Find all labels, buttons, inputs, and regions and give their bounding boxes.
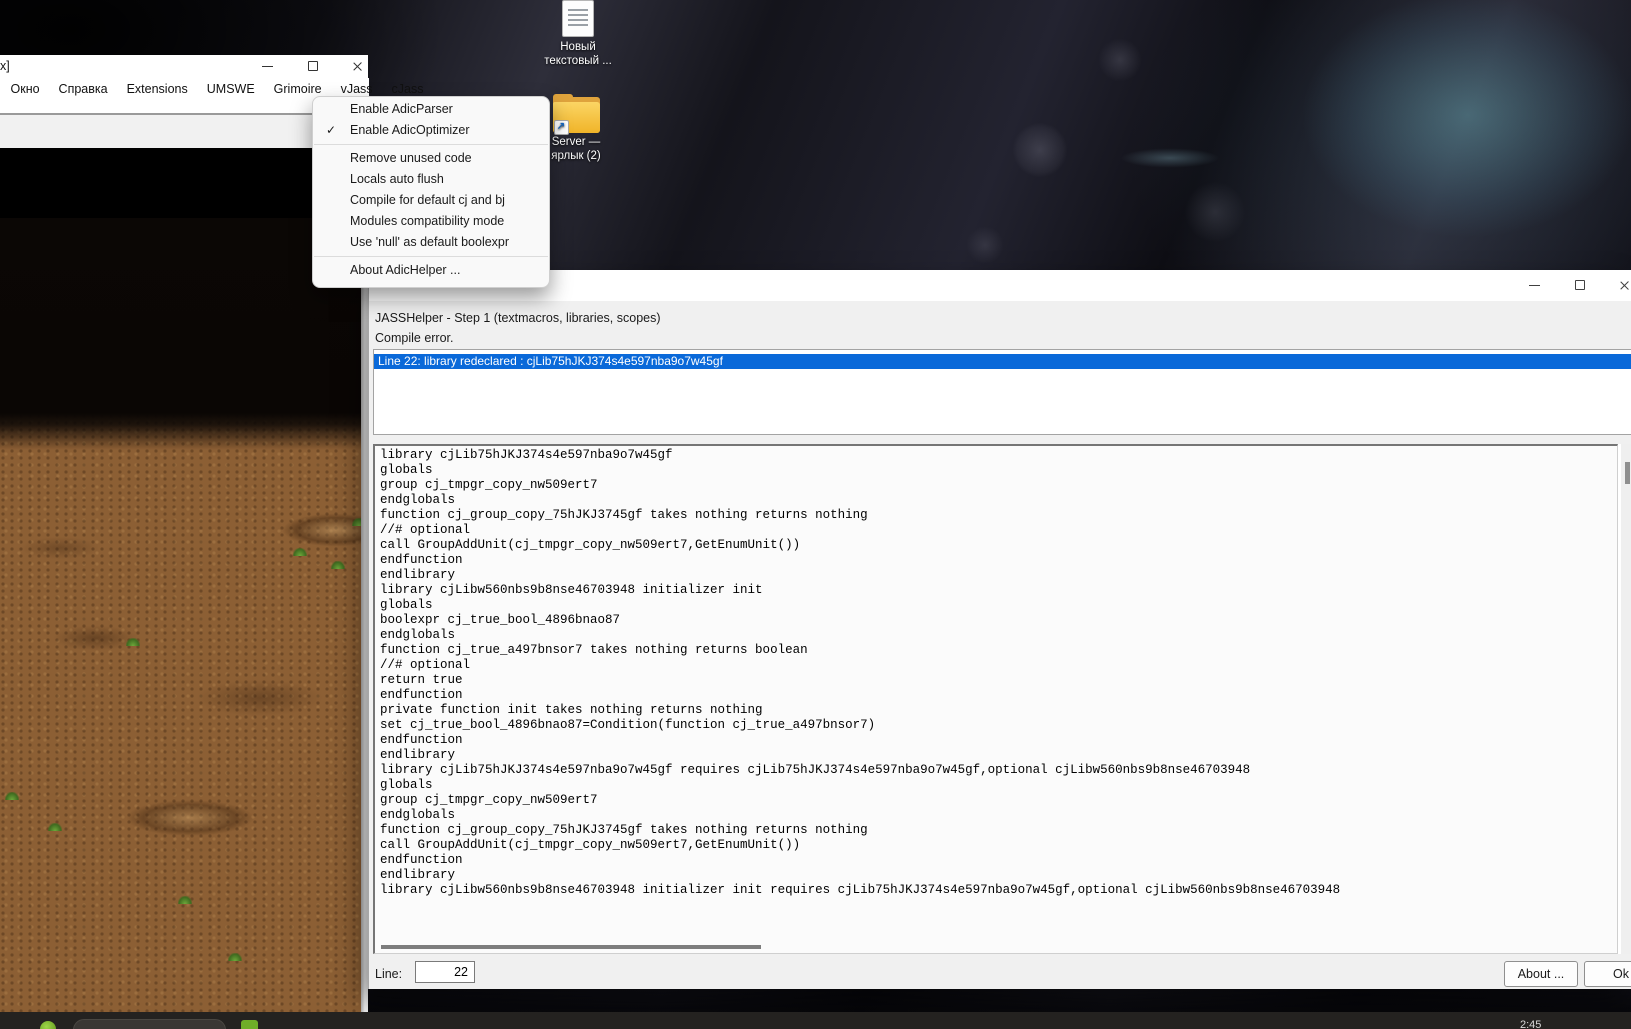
taskbar: 2:45	[0, 1012, 1631, 1029]
code-line: group cj_tmpgr_copy_nw509ert7	[380, 478, 598, 492]
code-line: endfunction	[380, 688, 463, 702]
folder-icon: ↗	[552, 94, 600, 135]
close-icon	[1619, 280, 1630, 291]
code-line: endfunction	[380, 553, 463, 567]
code-lines: library cjLib75hJKJ374s4e597nba9o7w45gf g…	[375, 446, 1617, 898]
code-line: library cjLib75hJKJ374s4e597nba9o7w45gf …	[380, 763, 1251, 777]
menubar-item[interactable]: cJass	[382, 82, 433, 96]
editor-menubar: Окно Справка Extensions UMSWE Grimoire vJass c…	[1, 78, 424, 100]
menubar-item[interactable]: Окно	[1, 82, 49, 96]
code-line: //# optional	[380, 658, 471, 672]
code-line: call GroupAddUnit(cj_tmpgr_copy_nw509ert…	[380, 838, 801, 852]
code-line: endlibrary	[380, 748, 456, 762]
code-line: return true	[380, 673, 463, 687]
map-terrain-view[interactable]	[0, 218, 368, 1012]
grass-tuft	[293, 548, 307, 556]
vertical-scrollbar-thumb[interactable]	[1625, 462, 1630, 484]
code-line: endlibrary	[380, 868, 456, 882]
desktop: Новый текстовый ... ↗ Server — ярлык (2)…	[0, 0, 1631, 1029]
code-line: endglobals	[380, 628, 456, 642]
maximize-icon	[308, 61, 318, 71]
grass-tuft	[331, 561, 345, 569]
menu-separator	[314, 144, 548, 145]
menu-item-modules-compat[interactable]: Modules compatibility mode	[313, 211, 549, 232]
menu-item-enable-adicparser[interactable]: Enable AdicParser	[313, 99, 549, 120]
code-line: library cjLibw560nbs9b8nse46703948 initi…	[380, 583, 763, 597]
close-icon	[352, 61, 363, 72]
code-line: endglobals	[380, 808, 456, 822]
code-output-box[interactable]: library cjLib75hJKJ374s4e597nba9o7w45gf g…	[373, 444, 1618, 954]
menu-item-compile-default[interactable]: Compile for default cj and bj	[313, 190, 549, 211]
dialog-close-button[interactable]	[1604, 270, 1631, 301]
code-line: function cj_group_copy_75hJKJ3745gf take…	[380, 823, 868, 837]
code-line: group cj_tmpgr_copy_nw509ert7	[380, 793, 598, 807]
jasshelper-dialog: JASSHelper - Step 1 (textmacros, librari…	[368, 270, 1631, 989]
compile-error-line: Compile error.	[375, 331, 454, 345]
grass-tuft	[126, 638, 140, 646]
menu-item-null-boolexpr[interactable]: Use 'null' as default boolexpr	[313, 232, 549, 253]
menubar-item[interactable]: Extensions	[117, 82, 197, 96]
menubar-item[interactable]: vJass	[331, 82, 382, 96]
grass-tuft	[228, 953, 242, 961]
cjass-dropdown-menu: Enable AdicParser ✓ Enable AdicOptimizer…	[312, 96, 550, 288]
code-line: function cj_group_copy_75hJKJ3745gf take…	[380, 508, 868, 522]
icon-label: текстовый ...	[544, 54, 612, 67]
code-line: library cjLibw560nbs9b8nse46703948 initi…	[380, 883, 1341, 897]
code-line: endfunction	[380, 733, 463, 747]
maximize-button[interactable]	[297, 55, 327, 78]
code-line: globals	[380, 778, 433, 792]
minimize-button[interactable]	[252, 55, 282, 78]
status-line: JASSHelper - Step 1 (textmacros, librari…	[375, 311, 661, 325]
taskbar-app-icon-green-square[interactable]	[241, 1020, 258, 1029]
code-line: endfunction	[380, 853, 463, 867]
editor-titlebar: x]	[0, 55, 368, 78]
code-line: call GroupAddUnit(cj_tmpgr_copy_nw509ert…	[380, 538, 801, 552]
menubar-item[interactable]: Справка	[49, 82, 117, 96]
vertical-scrollbar-track[interactable]	[1621, 444, 1631, 954]
menubar-item[interactable]: UMSWE	[197, 82, 264, 96]
menu-separator	[314, 256, 548, 257]
taskbar-search-pill[interactable]	[73, 1019, 226, 1029]
menu-item-about-adichelper[interactable]: About AdicHelper ...	[313, 260, 549, 281]
selected-error-row[interactable]: Line 22: library redeclared : cjLib75hJK…	[374, 354, 1631, 369]
error-list[interactable]: Line 22: library redeclared : cjLib75hJK…	[373, 349, 1631, 435]
dialog-maximize-button[interactable]	[1559, 270, 1601, 301]
menu-item-locals-auto-flush[interactable]: Locals auto flush	[313, 169, 549, 190]
menu-item-remove-unused-code[interactable]: Remove unused code	[313, 148, 549, 169]
code-line: globals	[380, 598, 433, 612]
horizontal-scrollbar-thumb[interactable]	[381, 945, 761, 949]
code-line: //# optional	[380, 523, 471, 537]
minimize-icon	[1529, 285, 1540, 286]
grass-tuft	[5, 792, 19, 800]
line-number-input[interactable]	[415, 961, 475, 983]
shortcut-arrow-icon: ↗	[553, 120, 569, 135]
code-line: endglobals	[380, 493, 456, 507]
code-line: function cj_true_a497bnsor7 takes nothin…	[380, 643, 808, 657]
code-line: library cjLib75hJKJ374s4e597nba9o7w45gf	[380, 448, 673, 462]
editor-title-fragment: x]	[0, 59, 10, 73]
dialog-minimize-button[interactable]	[1514, 270, 1556, 301]
close-button[interactable]	[342, 55, 372, 78]
code-line: private function init takes nothing retu…	[380, 703, 763, 717]
menubar-item[interactable]: Grimoire	[264, 82, 331, 96]
grass-tuft	[48, 823, 62, 831]
text-file-icon	[562, 0, 594, 37]
maximize-icon	[1575, 280, 1585, 290]
grass-tuft	[178, 896, 192, 904]
icon-label: Новый	[560, 41, 596, 53]
dialog-titlebar[interactable]	[369, 270, 1631, 301]
about-button[interactable]: About ...	[1504, 961, 1578, 987]
ok-button[interactable]: Ok	[1584, 961, 1631, 987]
code-line: boolexpr cj_true_bool_4896bnao87	[380, 613, 621, 627]
code-line: globals	[380, 463, 433, 477]
desktop-icon-text-file[interactable]: Новый текстовый ...	[540, 0, 616, 68]
taskbar-app-icon-green-circle[interactable]	[40, 1021, 56, 1029]
code-line: endlibrary	[380, 568, 456, 582]
minimize-icon	[262, 66, 273, 67]
menu-item-enable-adicoptimizer[interactable]: ✓ Enable AdicOptimizer	[313, 120, 549, 141]
taskbar-clock[interactable]: 2:45	[1520, 1019, 1541, 1029]
line-label: Line:	[375, 967, 403, 981]
code-line: set cj_true_bool_4896bnao87=Condition(fu…	[380, 718, 876, 732]
check-icon: ✓	[326, 123, 337, 137]
